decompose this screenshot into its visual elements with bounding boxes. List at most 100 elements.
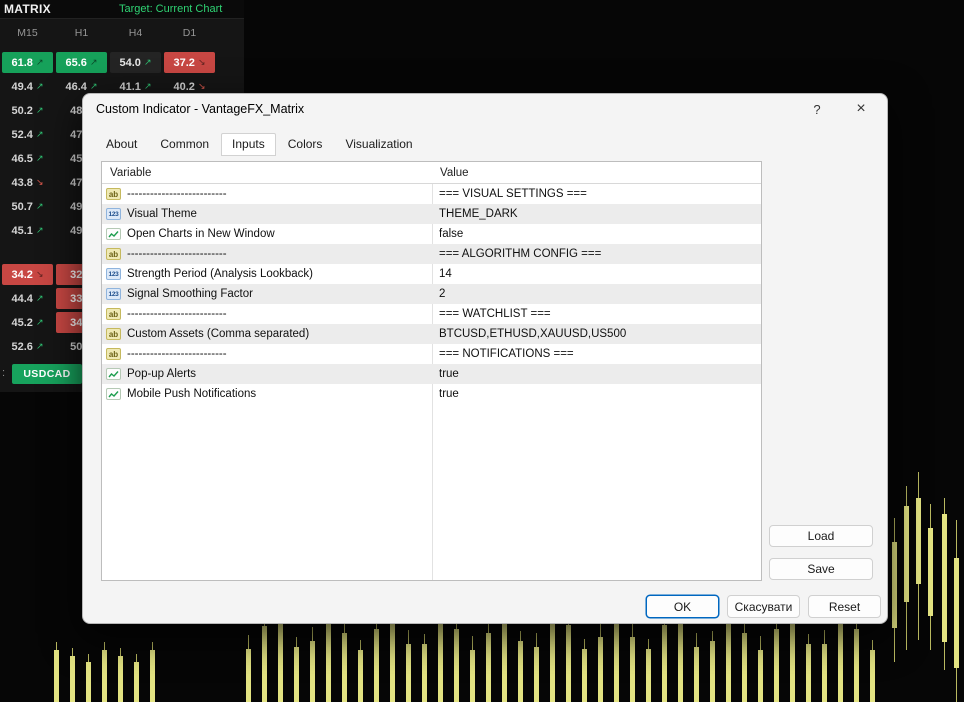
candlestick	[904, 486, 909, 650]
param-variable: Visual Theme	[127, 208, 432, 220]
param-value[interactable]: 2	[432, 288, 761, 300]
matrix-cell-value: 50.7	[12, 201, 33, 213]
candlestick	[54, 642, 59, 702]
integer-param-icon: 123	[106, 208, 121, 220]
param-variable: Pop-up Alerts	[127, 368, 432, 380]
param-value[interactable]: 14	[432, 268, 761, 280]
bool-param-icon	[106, 368, 121, 380]
string-param-icon: ab	[106, 328, 121, 340]
candlestick	[928, 504, 933, 650]
candlestick	[892, 518, 897, 662]
up-arrow-icon: ↗	[36, 81, 44, 92]
matrix-cell[interactable]: 45.1↗	[2, 220, 53, 241]
candlestick	[646, 639, 651, 702]
panel-edge-text: :	[2, 367, 5, 379]
param-value[interactable]: true	[432, 368, 761, 380]
param-value[interactable]: === WATCHLIST ===	[432, 308, 761, 320]
input-row[interactable]: Pop-up Alertstrue	[102, 364, 761, 384]
matrix-cell-value: 47	[70, 129, 82, 141]
down-arrow-icon: ↘	[36, 269, 44, 280]
input-row[interactable]: 123 Visual ThemeTHEME_DARK	[102, 204, 761, 224]
candle-body	[406, 644, 411, 702]
matrix-cell[interactable]: 52.4↗	[2, 124, 53, 145]
candle-body	[774, 629, 779, 702]
candle-body	[470, 650, 475, 702]
input-row[interactable]: 123Signal Smoothing Factor2	[102, 284, 761, 304]
reset-button[interactable]: Reset	[808, 595, 881, 618]
param-value[interactable]: false	[432, 228, 761, 240]
matrix-cell[interactable]: 43.8↘	[2, 172, 53, 193]
input-row[interactable]: ab--------------------------=== VISUAL S…	[102, 184, 761, 204]
down-arrow-icon: ↘	[198, 81, 206, 92]
param-value[interactable]: === ALGORITHM CONFIG ===	[432, 248, 761, 260]
candle-body	[550, 622, 555, 702]
matrix-cell[interactable]: 65.6↗	[56, 52, 107, 73]
indicator-dialog: Custom Indicator - VantageFX_Matrix ? × …	[82, 93, 888, 624]
candle-body	[892, 542, 897, 628]
tab-inputs[interactable]: Inputs	[221, 133, 276, 156]
save-button[interactable]: Save	[769, 558, 873, 580]
input-row[interactable]: 123Strength Period (Analysis Lookback)14	[102, 264, 761, 284]
tab-visualization[interactable]: Visualization	[334, 133, 423, 156]
matrix-cell-value: 45.1	[12, 225, 33, 237]
candlestick	[710, 631, 715, 702]
matrix-cell-value: 37.2	[174, 57, 195, 69]
matrix-cell[interactable]: 37.2↘	[164, 52, 215, 73]
integer-param-icon: 123	[106, 288, 121, 300]
matrix-cell[interactable]: 50.7↗	[2, 196, 53, 217]
cancel-button[interactable]: Скасувати	[727, 595, 800, 618]
matrix-cell[interactable]: 49.4↗	[2, 76, 53, 97]
matrix-cell-value: 50	[70, 341, 82, 353]
load-button[interactable]: Load	[769, 525, 873, 547]
candlestick	[358, 640, 363, 702]
tab-about[interactable]: About	[95, 133, 148, 156]
integer-param-icon: 123	[106, 268, 121, 280]
tab-common[interactable]: Common	[149, 133, 220, 156]
candle-body	[904, 506, 909, 602]
timeframe-h4: H4	[110, 27, 161, 39]
param-value[interactable]: === VISUAL SETTINGS ===	[432, 188, 761, 200]
candle-body	[358, 650, 363, 702]
matrix-cell-value: 47	[70, 177, 82, 189]
candlestick	[70, 648, 75, 702]
param-value[interactable]: true	[432, 388, 761, 400]
matrix-cell[interactable]: 52.6↗	[2, 336, 53, 357]
candle-body	[694, 647, 699, 702]
candle-body	[422, 644, 427, 702]
matrix-cell[interactable]: 61.8↗	[2, 52, 53, 73]
timeframe-m15: M15	[2, 27, 53, 39]
help-button[interactable]: ?	[803, 96, 831, 122]
string-param-icon: ab	[106, 348, 121, 360]
matrix-cell[interactable]: 50.2↗	[2, 100, 53, 121]
up-arrow-icon: ↗	[36, 201, 44, 212]
up-arrow-icon: ↗	[36, 225, 44, 236]
input-row[interactable]: abCustom Assets (Comma separated)BTCUSD,…	[102, 324, 761, 344]
param-value[interactable]: BTCUSD,ETHUSD,XAUUSD,US500	[432, 328, 761, 340]
close-icon[interactable]: ×	[847, 96, 875, 122]
matrix-cell[interactable]: 54.0↗	[110, 52, 161, 73]
candle-body	[390, 620, 395, 702]
ok-button[interactable]: OK	[646, 595, 719, 618]
param-value[interactable]: === NOTIFICATIONS ===	[432, 348, 761, 360]
candle-body	[54, 650, 59, 702]
matrix-cell-value: 45	[70, 153, 82, 165]
candlestick	[262, 616, 267, 702]
matrix-cell[interactable]: 34.2↘	[2, 264, 53, 285]
matrix-cell-value: 34	[70, 317, 82, 329]
matrix-cell[interactable]: 45.2↗	[2, 312, 53, 333]
input-row[interactable]: Open Charts in New Windowfalse	[102, 224, 761, 244]
input-row[interactable]: Mobile Push Notificationstrue	[102, 384, 761, 404]
symbol-badge[interactable]: USDCAD	[12, 364, 82, 384]
matrix-cell-value: 61.8	[12, 57, 33, 69]
param-value[interactable]: THEME_DARK	[432, 208, 761, 220]
tab-colors[interactable]: Colors	[277, 133, 334, 156]
matrix-cell[interactable]: 44.4↗	[2, 288, 53, 309]
input-row[interactable]: ab--------------------------=== WATCHLIS…	[102, 304, 761, 324]
input-row[interactable]: ab --------------------------=== NOTIFICA…	[102, 344, 761, 364]
string-param-icon: ab	[106, 308, 121, 320]
up-arrow-icon: ↗	[36, 129, 44, 140]
candle-body	[822, 644, 827, 702]
input-row[interactable]: ab--------------------------=== ALGORITH…	[102, 244, 761, 264]
param-variable: --------------------------	[127, 348, 432, 360]
matrix-cell[interactable]: 46.5↗	[2, 148, 53, 169]
